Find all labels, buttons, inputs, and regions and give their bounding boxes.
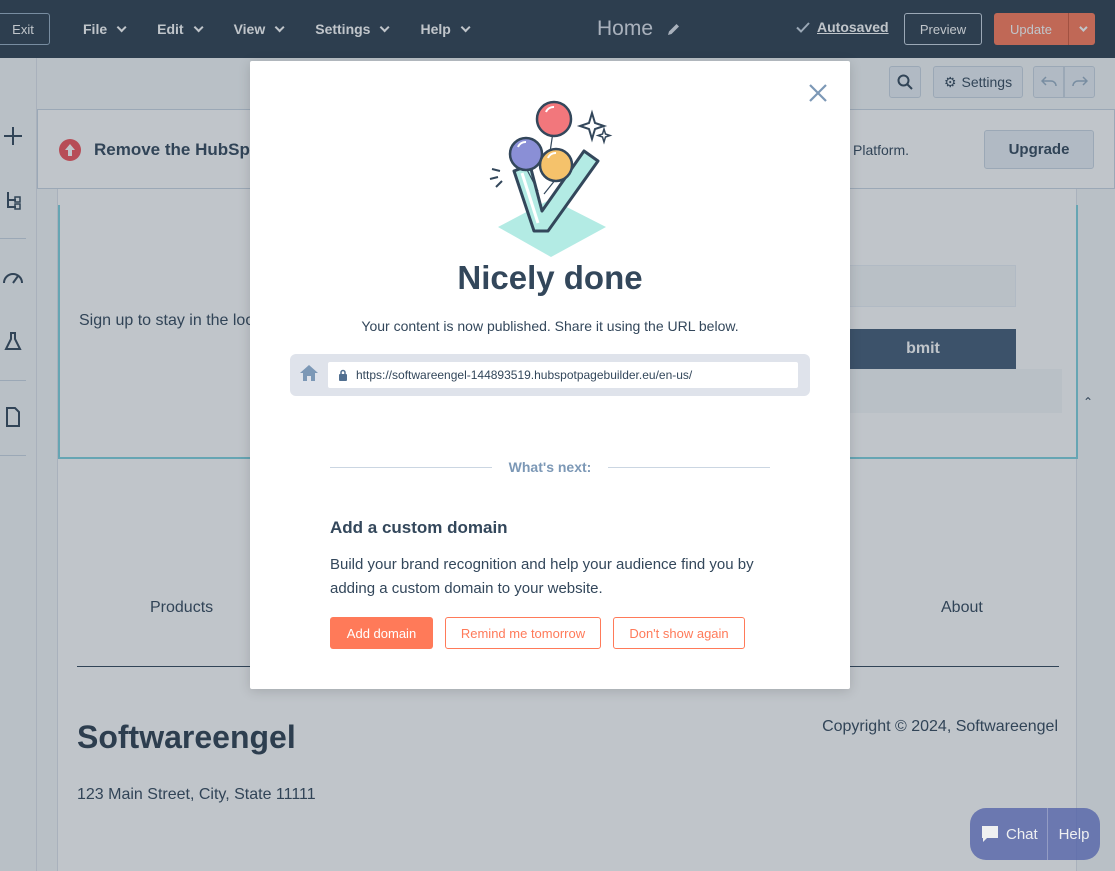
published-url-text: https://softwareengel-144893519.hubspotp… — [356, 368, 693, 382]
close-icon[interactable] — [806, 81, 830, 105]
add-domain-button[interactable]: Add domain — [330, 617, 433, 649]
custom-domain-title: Add a custom domain — [330, 518, 508, 537]
whats-next-label: What's next: — [508, 459, 592, 475]
help-button[interactable]: Help — [1048, 826, 1100, 843]
published-url-box: https://softwareengel-144893519.hubspotp… — [290, 354, 810, 396]
custom-domain-description: Build your brand recognition and help yo… — [330, 556, 754, 597]
whats-next-divider: What's next: — [330, 459, 770, 477]
chat-label: Chat — [1006, 825, 1038, 843]
dialog-subtitle: Your content is now published. Share it … — [361, 318, 739, 334]
celebration-checkmark-illustration — [489, 100, 613, 257]
remind-tomorrow-button[interactable]: Remind me tomorrow — [445, 617, 601, 649]
dialog-actions: Add domain Remind me tomorrow Don't show… — [330, 617, 757, 649]
dialog-title: Nicely done — [457, 259, 643, 296]
published-url-field[interactable]: https://softwareengel-144893519.hubspotp… — [328, 362, 798, 388]
chat-button[interactable]: Chat — [970, 808, 1048, 860]
lock-icon — [339, 369, 347, 381]
chat-bubble-icon — [982, 826, 998, 842]
publish-success-dialog: Nicely done Your content is now publishe… — [250, 61, 850, 689]
home-icon — [300, 365, 318, 381]
chat-help-widget: Chat Help — [970, 808, 1100, 860]
dont-show-again-button[interactable]: Don't show again — [613, 617, 745, 649]
